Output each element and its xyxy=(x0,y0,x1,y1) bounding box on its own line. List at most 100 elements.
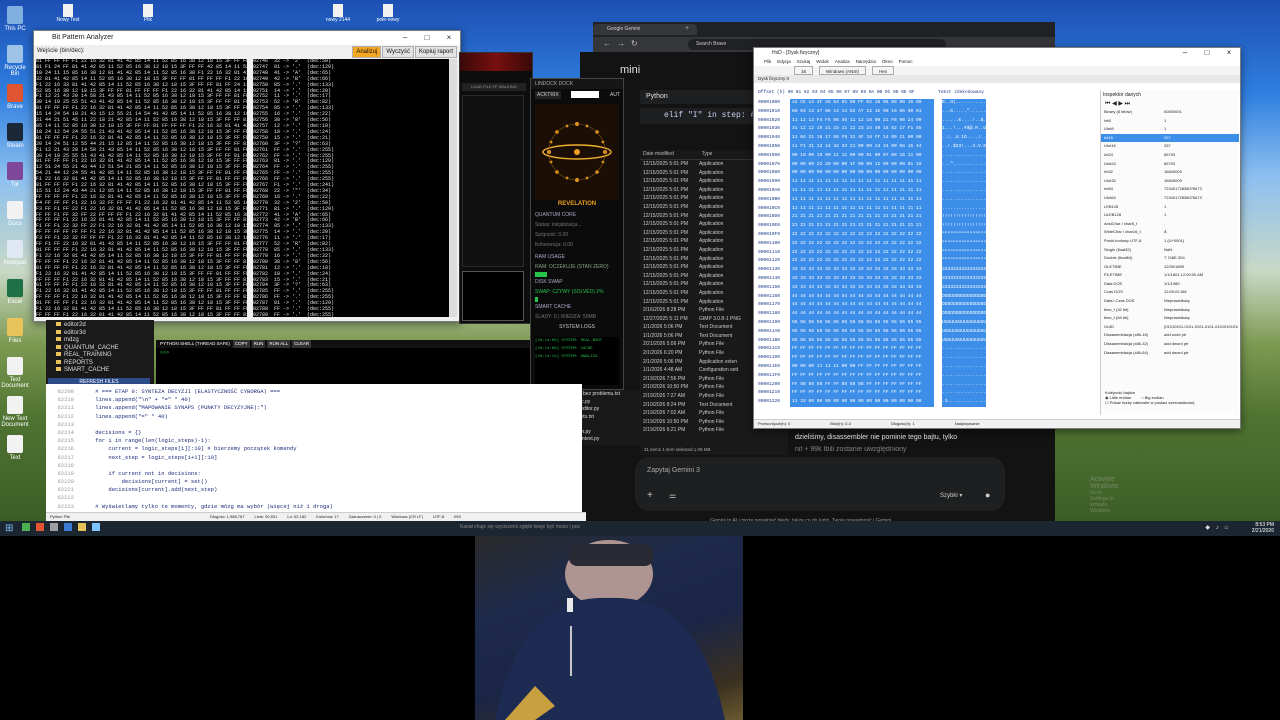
hxd-menu-item[interactable]: Szukaj xyxy=(797,58,811,66)
desktop-icon[interactable]: pole-nowy xyxy=(370,4,406,23)
close-icon[interactable]: × xyxy=(438,31,460,45)
shell-button[interactable]: RUN xyxy=(251,340,266,348)
taskbar-app-icon[interactable] xyxy=(92,523,100,531)
dock-tab[interactable]: DOCK xyxy=(559,81,573,87)
add-icon[interactable]: + xyxy=(647,490,653,501)
inspector-row[interactable]: Data DOS 1/1/1980 xyxy=(1101,280,1239,289)
tree-item[interactable]: editor3d xyxy=(56,329,154,338)
hxd-menu-item[interactable]: Okno xyxy=(882,58,893,66)
desktop-icon[interactable]: nowy 2144 xyxy=(320,4,356,23)
shell-prompt[interactable]: >>> xyxy=(156,348,530,358)
copy-report-button[interactable]: Kopiuj raport xyxy=(414,46,457,58)
maximize-icon[interactable]: □ xyxy=(416,31,438,45)
tree-item[interactable]: QUANTUM_CACHE xyxy=(56,344,154,353)
hxd-menu-item[interactable]: Edycja xyxy=(777,58,791,66)
hxd-menu-item[interactable]: Analiza xyxy=(835,58,850,66)
minimize-icon[interactable]: – xyxy=(394,31,416,45)
report-area[interactable]: 02746 32 -> '2' (dec:50) 02747 81 -> '.' … xyxy=(253,59,450,317)
inspector-row[interactable]: Dissasemblacja (x86-32) add dword ptr xyxy=(1101,340,1239,349)
inspector-row[interactable]: Double (float64) 7.748E-304 xyxy=(1101,254,1239,263)
shell-button[interactable]: RUN ALL xyxy=(267,340,291,348)
report-scrollbar[interactable] xyxy=(449,59,457,317)
minimize-icon[interactable]: – xyxy=(1174,48,1196,58)
explorer-column-header[interactable]: Date modified xyxy=(640,150,699,159)
explorer-column-header[interactable]: Type xyxy=(699,150,756,159)
hxd-data-grid[interactable]: 00001000 42 CE 13 4F 28 04 01 00 FF 02 18… xyxy=(758,99,1098,415)
inspector-row[interactable]: UInt8 1 xyxy=(1101,125,1239,134)
desktop-icon[interactable]: Tor xyxy=(0,162,30,188)
desktop-icon[interactable]: Text Document xyxy=(0,357,30,389)
inspector-row[interactable]: OLETIME 12/30/1899 xyxy=(1101,263,1239,272)
inspector-row[interactable]: LEB128 1 xyxy=(1101,203,1239,212)
reload-icon[interactable]: ↻ xyxy=(631,39,638,48)
inspector-row[interactable]: Dissasemblacja (x86-64) add dword ptr xyxy=(1101,349,1239,358)
inspector-row[interactable]: AnsiChar / char8_t. xyxy=(1101,220,1239,229)
columns-select[interactable]: 16 xyxy=(794,66,814,75)
prompt-input[interactable]: Zapytaj Gemini 3 xyxy=(647,467,700,474)
close-icon[interactable]: × xyxy=(1218,48,1240,58)
browser-tab[interactable]: Google Gemini xyxy=(593,24,697,35)
inspector-row[interactable]: UInt16 257 xyxy=(1101,142,1239,151)
show-hex-checkbox[interactable]: ☐ Pokaż liczby całkowite w postaci szesn… xyxy=(1105,400,1235,405)
desktop-icon[interactable]: Files xyxy=(0,318,30,344)
inspector-row[interactable]: UInt32 16843009 xyxy=(1101,177,1239,186)
inspector-row[interactable]: WideChar / char16_t Ā xyxy=(1101,228,1239,237)
analyze-button[interactable]: Analizuj xyxy=(352,46,382,58)
inspector-row[interactable]: Int64 72340172838076673 xyxy=(1101,185,1239,194)
dock-toolbar-button[interactable]: ACKTRIX xyxy=(535,91,561,99)
taskbar-app-icon[interactable] xyxy=(78,523,86,531)
desktop-icon[interactable]: Docs xyxy=(0,201,30,227)
desktop-icon[interactable]: Notepad xyxy=(0,240,30,266)
desktop-icon[interactable]: Text xyxy=(0,435,30,461)
shell-button[interactable]: COPY xyxy=(232,340,250,348)
base-select[interactable]: Hex xyxy=(872,66,895,75)
back-icon[interactable]: ← xyxy=(603,39,611,48)
inspector-row[interactable]: ULEB128 1 xyxy=(1101,211,1239,220)
tree-item[interactable]: SMART_CACHE xyxy=(56,367,154,375)
inspector-row[interactable]: time_t (64 bit) Nieprawidłowy xyxy=(1101,314,1239,323)
tree-item[interactable]: editor2d xyxy=(56,322,154,330)
mode-selector[interactable]: Szybki ▾ xyxy=(940,492,962,499)
desktop-icon[interactable]: Steam xyxy=(0,123,30,149)
prompt-box[interactable]: Zapytaj Gemini 3 + ⚌ Szybki ▾ ● xyxy=(635,457,1005,511)
inspector-row[interactable]: Int16 257 xyxy=(1101,133,1239,143)
inspector-row[interactable]: Int32 16843009 xyxy=(1101,168,1239,177)
desktop-icon[interactable]: Plik xyxy=(130,4,166,23)
taskbar-app-icon[interactable] xyxy=(64,523,72,531)
dock-tab[interactable]: LINDOCK xyxy=(535,81,557,87)
hxd-menu-item[interactable]: Pomoc xyxy=(899,58,913,66)
desktop-icon[interactable]: New Text Document xyxy=(0,396,30,428)
encoding-select[interactable]: Windows (ANSI) xyxy=(819,66,867,75)
forward-icon[interactable]: → xyxy=(617,39,625,48)
new-tab-button[interactable]: + xyxy=(685,25,695,32)
taskbar-app-icon[interactable] xyxy=(36,523,44,531)
inspector-row[interactable]: GUID {01010101-0101-0101-0101-01010101010… xyxy=(1101,323,1239,332)
tools-icon[interactable]: ⚌ xyxy=(669,491,676,500)
tray-icons[interactable]: ◆ ♪ ⌂ xyxy=(1205,524,1230,531)
hex-input-area[interactable]: 81 FF FF FF F1 22 16 32 81 41 42 85 14 1… xyxy=(36,59,247,317)
clear-button[interactable]: Wyczyść xyxy=(382,46,414,58)
tree-item[interactable]: REPORTS xyxy=(56,359,154,368)
inspector-row[interactable]: Int24 65793 xyxy=(1101,151,1239,160)
taskbar-app-icon[interactable] xyxy=(50,523,58,531)
inspector-row[interactable]: Czas DOS 12:00:02 AM xyxy=(1101,288,1239,297)
system-clock[interactable]: 8:53 PM 2/21/2026 xyxy=(1252,522,1274,534)
load-file-button[interactable]: LOAD FILE FF WALKING xyxy=(462,83,526,91)
inspector-row[interactable]: UInt24 65793 xyxy=(1101,160,1239,169)
inspector-row[interactable]: Int8 1 xyxy=(1101,117,1239,126)
microphone-icon[interactable]: ● xyxy=(985,490,990,500)
start-button[interactable]: ⊞ xyxy=(5,523,13,534)
hxd-menu-item[interactable]: Plik xyxy=(764,58,771,66)
inspector-row[interactable]: Dissasemblacja (x86-16) add word ptr xyxy=(1101,331,1239,340)
tree-item[interactable]: mdzg xyxy=(56,337,154,345)
inspector-nav[interactable]: ⏮ ◀ ▶ ⏭ xyxy=(1101,100,1239,108)
inspector-row[interactable]: Data i Czas DOS Nieprawidłowy xyxy=(1101,297,1239,306)
inspector-row[interactable]: Punkt kodowy UTF-8 1 (U+0001) xyxy=(1101,237,1239,246)
dock-toolbar-button[interactable]: AUT xyxy=(610,89,620,101)
dock-input[interactable] xyxy=(571,91,599,98)
inspector-row[interactable]: FILETIME 1/1/1601 12:00:00 AM xyxy=(1101,271,1239,280)
code-lines[interactable]: 62209 # === ETAP 0: SYNTEZA DECYZJI (ELA… xyxy=(46,384,582,511)
inspector-row[interactable]: time_t (32 bit) Nieprawidłowy xyxy=(1101,306,1239,315)
hxd-menu-item[interactable]: Widok xyxy=(816,58,829,66)
desktop-icon[interactable]: This PC xyxy=(0,6,30,32)
